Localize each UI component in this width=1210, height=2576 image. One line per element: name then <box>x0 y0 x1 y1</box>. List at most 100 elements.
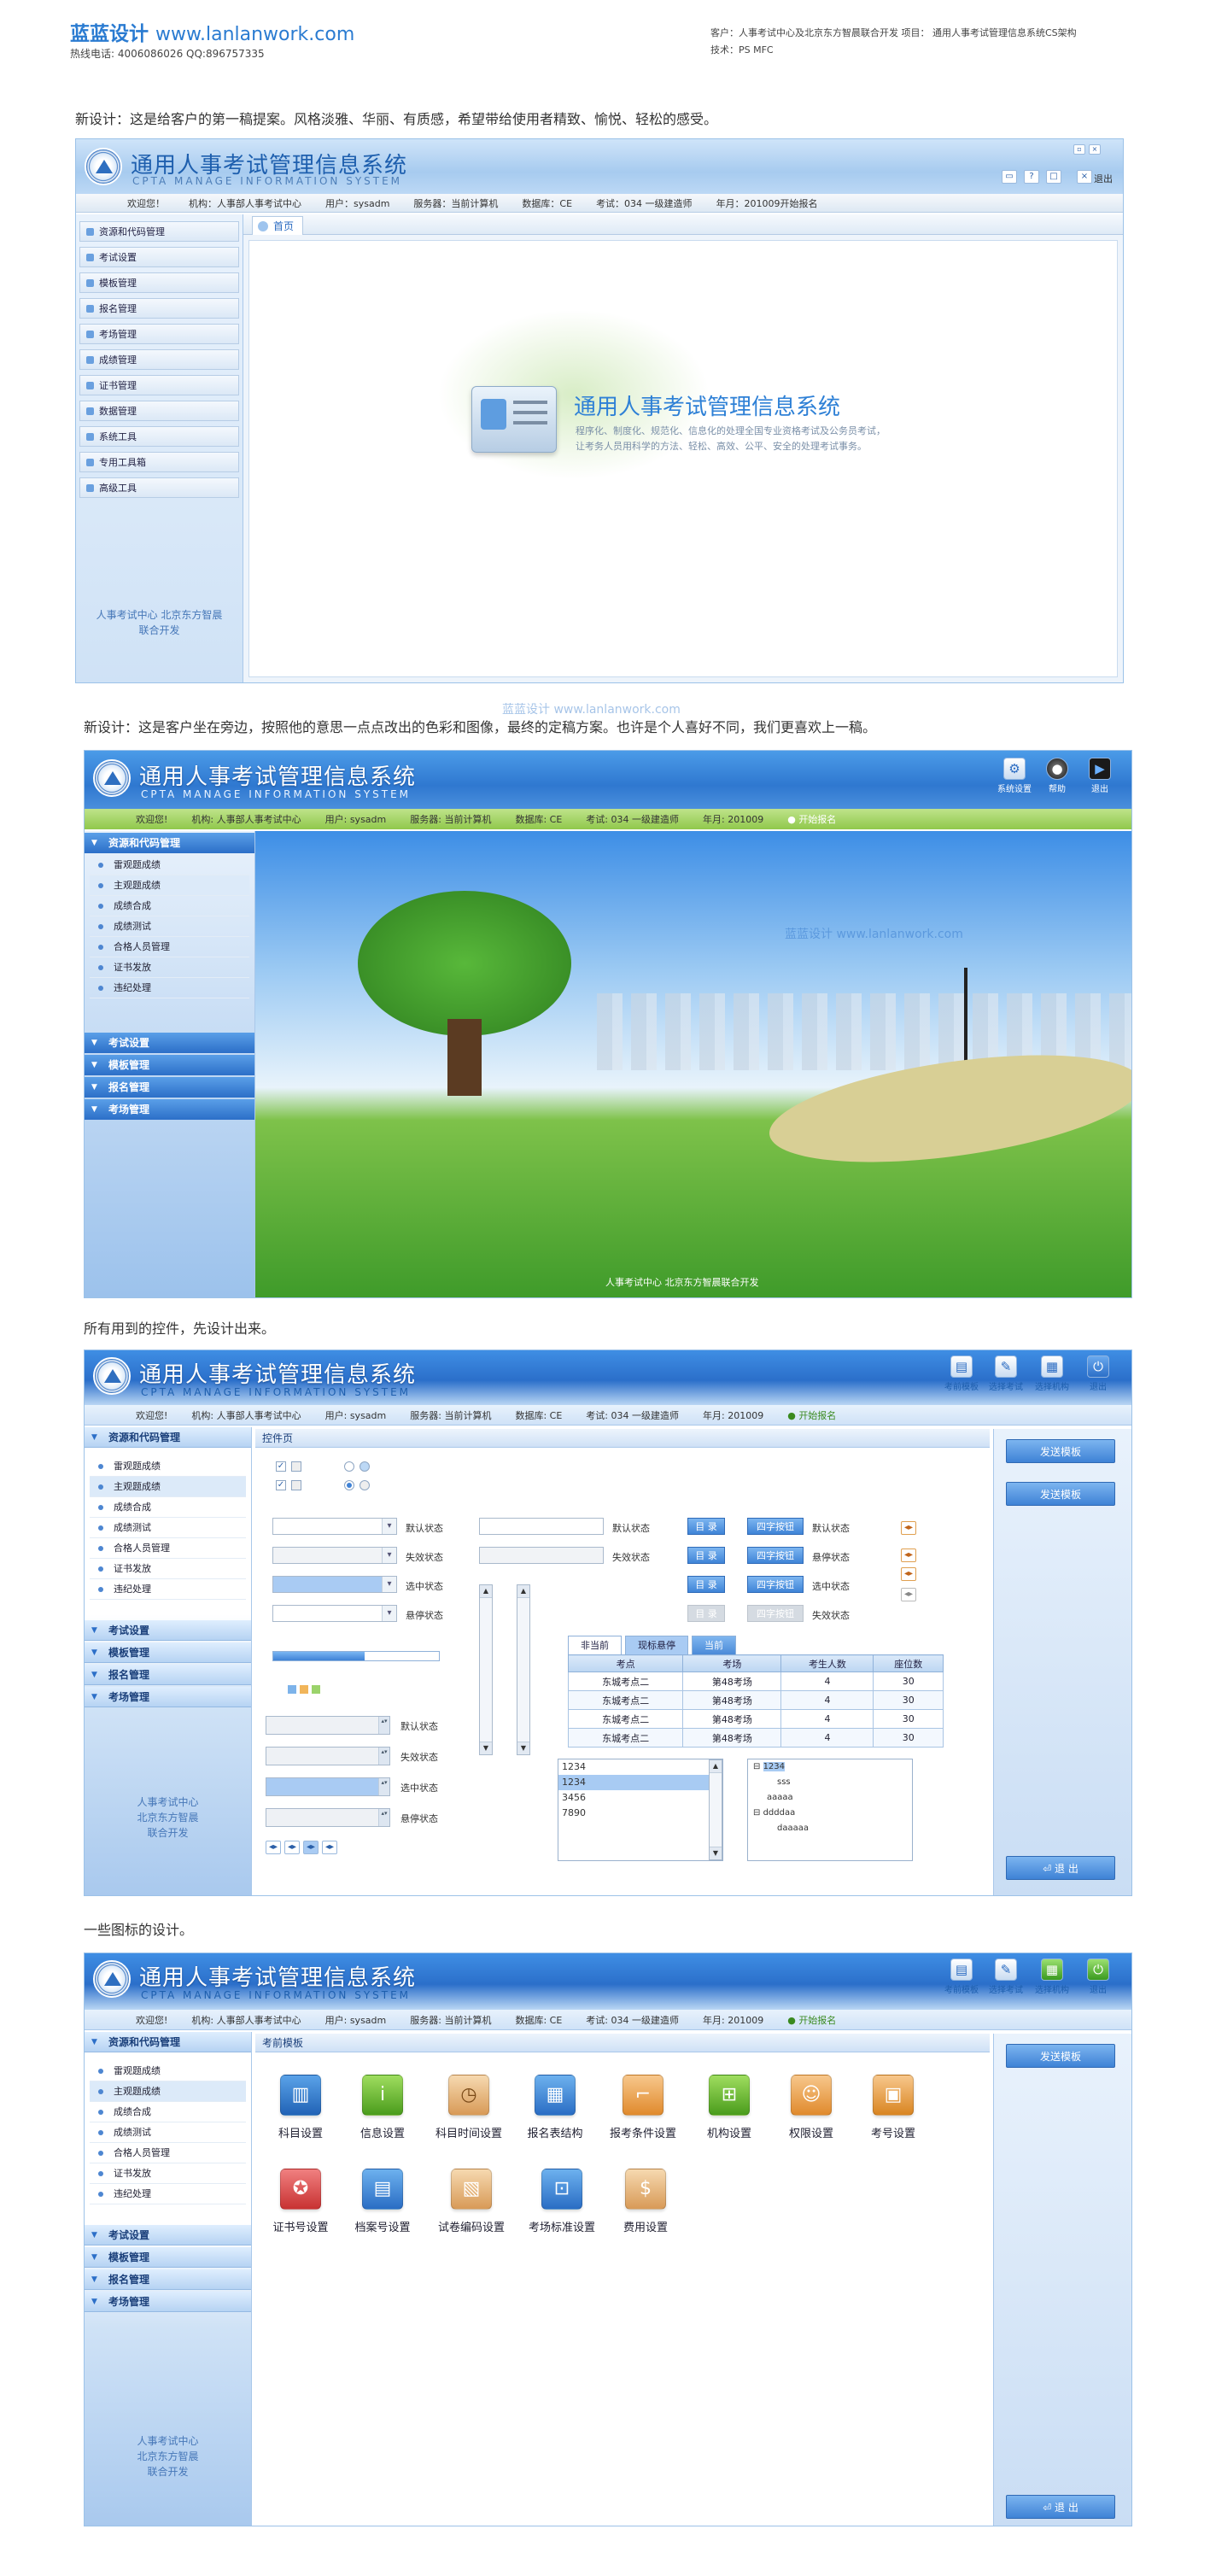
nav-sub[interactable]: 合格人员管理 <box>90 937 249 957</box>
exit-icon[interactable]: × <box>1077 170 1092 184</box>
nav-sub[interactable]: 成绩测试 <box>90 916 249 937</box>
radio-disabled[interactable] <box>359 1480 370 1490</box>
arrows-icon[interactable]: ◂▸ <box>901 1549 916 1562</box>
tile-room-standard[interactable]: ⊡ 考场标准设置 <box>517 2169 607 2234</box>
nav-sub[interactable]: 成绩合成 <box>90 1497 246 1518</box>
list-item[interactable]: 3456 <box>558 1790 722 1806</box>
nav-head-resources[interactable]: 资源和代码管理 <box>85 2032 251 2052</box>
textfield-disabled[interactable] <box>479 1547 604 1564</box>
combo-selected[interactable] <box>272 1576 397 1593</box>
arrows-icon[interactable]: ◂▸ <box>901 1567 916 1581</box>
four-char-button-disabled[interactable]: 四字按钮 <box>747 1605 804 1622</box>
nav-exam-settings[interactable]: 考试设置 <box>79 247 239 267</box>
dir-button-disabled[interactable]: 目 录 <box>687 1605 725 1622</box>
four-char-button-selected[interactable]: 四字按钮 <box>747 1576 804 1593</box>
nav-head-registration[interactable]: 报名管理 <box>85 1077 254 1098</box>
nav-resources[interactable]: 资源和代码管理 <box>79 221 239 242</box>
tree-node[interactable]: daaaaa <box>748 1821 912 1836</box>
nav-sub[interactable]: 证书发放 <box>90 1559 246 1579</box>
col-header[interactable]: 考生人数 <box>780 1654 874 1672</box>
exit-button[interactable]: ⏎ 退 出 <box>1006 1856 1115 1880</box>
combo-disabled[interactable] <box>272 1547 397 1564</box>
tile-paper-code[interactable]: ▧ 试卷编码设置 <box>426 2169 517 2234</box>
four-char-button-default[interactable]: 四字按钮 <box>747 1518 804 1535</box>
tool-pre-exam-template[interactable]: ▤ 考前模板 <box>942 1958 981 1995</box>
radio[interactable] <box>344 1461 354 1472</box>
nav-special-tools[interactable]: 专用工具箱 <box>79 452 239 472</box>
checkbox-checked[interactable]: ✓ <box>276 1461 286 1472</box>
checkbox-disabled[interactable] <box>291 1461 301 1472</box>
exit-button[interactable]: ⏎ 退 出 <box>1006 2495 1115 2519</box>
tile-archive-number[interactable]: ▤ 档案号设置 <box>344 2169 421 2234</box>
listbox[interactable]: 1234 1234 3456 7890 <box>558 1759 723 1861</box>
tree-node[interactable]: sss <box>748 1775 912 1790</box>
nav-sub[interactable]: 违纪处理 <box>90 978 249 998</box>
tab-hover[interactable]: 现标悬停 <box>625 1636 688 1654</box>
list-item[interactable]: 7890 <box>558 1806 722 1821</box>
nav-head-exam-rooms[interactable]: 考场管理 <box>85 2292 251 2312</box>
list-item[interactable]: 1234 <box>558 1759 722 1775</box>
nav-head-templates[interactable]: 模板管理 <box>85 1055 254 1075</box>
nav-head-exam-rooms[interactable]: 考场管理 <box>85 1687 251 1707</box>
tree-node[interactable]: ⊟ ddddaa <box>748 1806 912 1821</box>
nav-sub[interactable]: 成绩测试 <box>90 1518 246 1538</box>
listbox-scrollbar[interactable] <box>709 1759 722 1860</box>
tab-active[interactable]: 当前 <box>692 1636 736 1654</box>
dir-button-hover[interactable]: 目 录 <box>687 1547 725 1564</box>
nav-head-resources[interactable]: 资源和代码管理 <box>85 833 254 853</box>
nav-sub[interactable]: 主观题成绩 <box>90 875 249 896</box>
nav-sub[interactable]: 主观题成绩 <box>90 1477 246 1497</box>
dir-button-selected[interactable]: 目 录 <box>687 1576 725 1593</box>
nav-advanced-tools[interactable]: 高级工具 <box>79 477 239 498</box>
table-row[interactable]: 东城考点二 第48考场 4 30 <box>567 1709 944 1729</box>
nav-exam-rooms[interactable]: 考场管理 <box>79 324 239 344</box>
nav-head-exam-rooms[interactable]: 考场管理 <box>85 1099 254 1120</box>
tool-help[interactable]: ● 帮助 <box>1038 758 1077 794</box>
tool-select-exam[interactable]: ✎ 选择考试 <box>986 1355 1026 1392</box>
vertical-scrollbar[interactable] <box>517 1584 530 1755</box>
nav-sub[interactable]: 成绩测试 <box>90 2122 246 2143</box>
tree-node[interactable]: aaaaa <box>748 1790 912 1806</box>
start-registration[interactable]: ● 开始报名 <box>787 2013 860 2027</box>
nav-sub[interactable]: 成绩合成 <box>90 896 249 916</box>
combo-hover[interactable] <box>272 1605 397 1622</box>
nav-sub[interactable]: 雷观题成绩 <box>90 2061 246 2081</box>
tool-select-org[interactable]: ▦ 选择机构 <box>1032 1355 1072 1392</box>
nav-sub[interactable]: 雷观题成绩 <box>90 855 249 875</box>
tile-org-settings[interactable]: ⊞ 机构设置 <box>691 2075 768 2140</box>
tool-select-org[interactable]: ▦ 选择机构 <box>1032 1958 1072 1995</box>
combo-default[interactable] <box>272 1518 397 1535</box>
table-row[interactable]: 东城考点二 第48考场 4 30 <box>567 1671 944 1691</box>
send-template-button[interactable]: 发送模板 <box>1006 1439 1115 1463</box>
nav-head-templates[interactable]: 模板管理 <box>85 2247 251 2268</box>
tool-pre-exam-template[interactable]: ▤ 考前模板 <box>942 1355 981 1392</box>
arrow-left-right-icon[interactable]: ◂▸ <box>284 1841 300 1854</box>
start-registration[interactable]: ● 开始报名 <box>787 812 860 826</box>
restore-icon[interactable]: ▫ <box>1073 144 1085 155</box>
nav-registration[interactable]: 报名管理 <box>79 298 239 319</box>
dir-button-default[interactable]: 目 录 <box>687 1518 725 1535</box>
textfield-default[interactable] <box>479 1518 604 1535</box>
col-header[interactable]: 座位数 <box>873 1654 944 1672</box>
nav-head-registration[interactable]: 报名管理 <box>85 2269 251 2290</box>
arrow-left-right-icon[interactable]: ◂▸ <box>322 1841 337 1854</box>
send-template-button-hover[interactable]: 发送模板 <box>1006 1482 1115 1506</box>
table-row[interactable]: 东城考点二 第48考场 4 30 <box>567 1690 944 1710</box>
tile-condition-settings[interactable]: ⌐ 报考条件设置 <box>600 2075 686 2140</box>
col-header[interactable]: 考点 <box>567 1654 684 1672</box>
arrows-icon[interactable]: ◂▸ <box>901 1588 916 1601</box>
four-char-button-hover[interactable]: 四字按钮 <box>747 1547 804 1564</box>
tile-permission-settings[interactable]: ☺ 权限设置 <box>773 2075 850 2140</box>
nav-sub[interactable]: 成绩合成 <box>90 2102 246 2122</box>
vertical-scrollbar[interactable] <box>479 1584 493 1755</box>
tile-subject-settings[interactable]: ▥ 科目设置 <box>262 2075 339 2140</box>
nav-sub[interactable]: 证书发放 <box>90 2163 246 2184</box>
tile-form-structure[interactable]: ▦ 报名表结构 <box>517 2075 593 2140</box>
nav-sub[interactable]: 合格人员管理 <box>90 2143 246 2163</box>
nav-sub[interactable]: 违纪处理 <box>90 1579 246 1600</box>
spinner-selected[interactable] <box>266 1777 390 1796</box>
col-header[interactable]: 考场 <box>682 1654 782 1672</box>
nav-head-exam-settings[interactable]: 考试设置 <box>85 1033 254 1053</box>
help-icon[interactable]: ? <box>1024 170 1039 184</box>
tile-info-settings[interactable]: i 信息设置 <box>344 2075 421 2140</box>
